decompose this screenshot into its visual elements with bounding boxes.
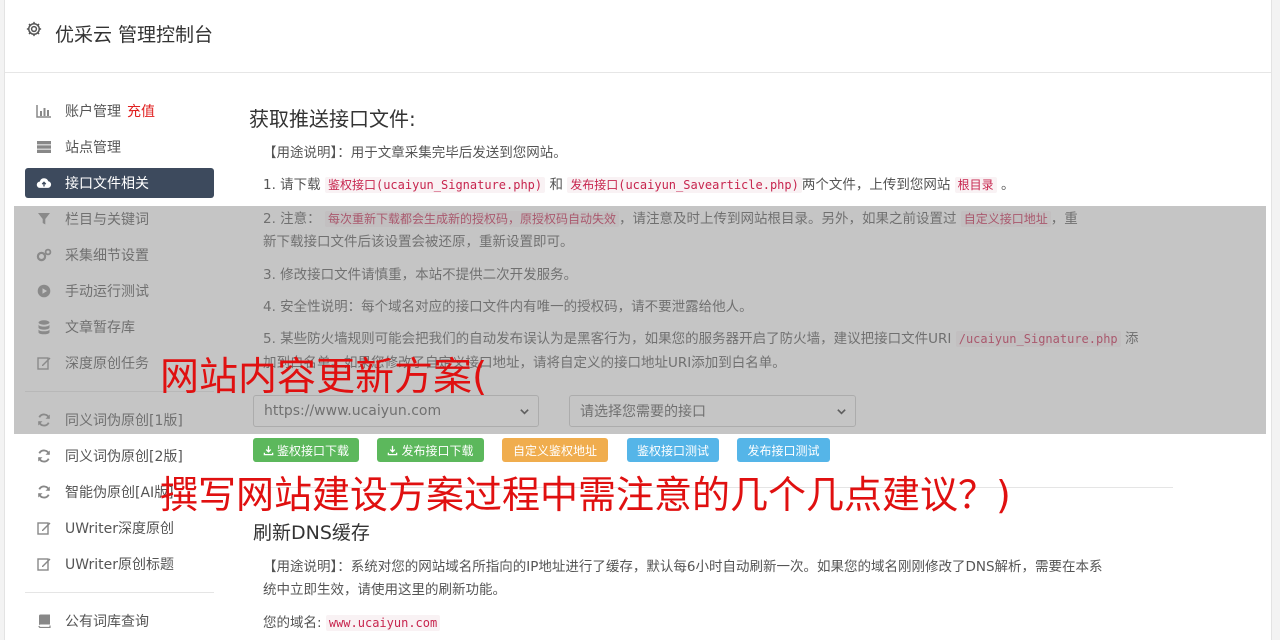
sidebar-item-manual-run[interactable]: 手动运行测试 [25,276,214,306]
sidebar-item-label: UWriter深度原创 [65,521,174,537]
signature-uri-code: /ucaiyun_Signature.php [955,331,1121,347]
edit-icon [36,520,52,536]
gear-icon [26,21,42,37]
sidebar-item-public-lexicon[interactable]: 公有词库查询 [25,606,214,636]
overlay-title-line-1: 网站内容更新方案( [160,355,488,400]
savearticle-file-code: 发布接口(ucaiyun_Savearticle.php) [567,177,802,193]
domain-label: 您的域名: [263,615,322,631]
sidebar-item-label: 同义词伪原创[2版] [65,449,183,465]
download-signature-button[interactable]: 鉴权接口下载 [253,438,359,462]
dns-usage-line-1: 【用途说明】：系统对您的网站域名所指向的IP地址进行了缓存，默认每6小时自动刷新… [263,559,1103,575]
edit-icon [36,355,52,371]
sidebar-item-label: 智能伪原创[AI版] [65,485,174,501]
sidebar-item-label: 接口文件相关 [65,176,149,192]
step-2-suffix: ，重 [1050,211,1078,227]
step-1-and: 和 [549,177,563,193]
sidebar-item-label: 采集细节设置 [65,248,149,264]
page-title: 优采云 管理控制台 [55,24,214,46]
button-label: 鉴权接口下载 [276,443,349,458]
custom-api-code: 自定义接口地址 [960,211,1051,227]
filter-icon [36,211,52,227]
button-label: 发布接口下载 [401,443,474,458]
cloud-upload-icon [36,175,52,191]
sidebar-item-label: 文章暂存库 [65,320,135,336]
dns-usage-line-2: 统中立即生效，请使用这里的刷新功能。 [263,582,506,598]
sidebar-item-label: 站点管理 [65,140,121,156]
sidebar-item-account[interactable]: 账户管理 充值 [25,96,214,126]
section-title-api-files: 获取推送接口文件: [249,107,416,131]
api-select[interactable]: 请选择您需要的接口 [569,395,856,427]
button-label: 自定义鉴权地址 [512,443,597,458]
download-icon [388,445,398,455]
test-publish-button[interactable]: 发布接口测试 [737,438,830,462]
signature-file-code: 鉴权接口(ucaiyun_Signature.php) [324,177,546,193]
step-1: 1. 请下载 鉴权接口(ucaiyun_Signature.php) 和 发布接… [263,174,1014,197]
recharge-link[interactable]: 充值 [127,101,155,121]
button-label: 鉴权接口测试 [636,443,709,458]
sidebar-item-synonym-v1[interactable]: 同义词伪原创[1版] [25,405,214,435]
step-2-prefix: 2. 注意： [263,211,321,227]
refresh-icon [36,448,52,464]
api-select-value: 请选择您需要的接口 [580,404,706,420]
custom-signature-url-button[interactable]: 自定义鉴权地址 [502,438,608,462]
step-4: 4. 安全性说明：每个域名对应的接口文件内有唯一的授权码，请不要泄露给他人。 [263,299,753,315]
root-dir-code: 根目录 [954,177,997,193]
test-signature-button[interactable]: 鉴权接口测试 [627,438,719,462]
server-icon [36,139,52,155]
step-1-suffix: 两个文件，上传到您网站 [801,177,951,193]
button-label: 发布接口测试 [747,443,820,458]
cogs-icon [36,247,52,263]
sidebar-item-label: 账户管理 [65,104,121,120]
step-3: 3. 修改接口文件请慎重，本站不提供二次开发服务。 [263,267,578,283]
download-publish-button[interactable]: 发布接口下载 [377,438,484,462]
step-2: 2. 注意： 每次重新下载都会生成新的授权码，原授权码自动失效 ，请注意及时上传到… [263,208,1078,231]
console-frame: 优采云 管理控制台 账户管理 充值 站点管理 接口文件相关 栏目与关键词 采集细… [4,0,1272,640]
step-5-prefix: 5. 某些防火墙规则可能会把我们的自动发布误认为是黑客行为，如果您的服务器开启了… [263,331,952,347]
edit-icon [36,556,52,572]
sidebar-item-label: 同义词伪原创[1版] [65,413,183,429]
step-2-mid: ，请注意及时上传到网站根目录。另外，如果之前设置过 [618,211,957,227]
refresh-icon [36,484,52,500]
sidebar-item-collect-settings[interactable]: 采集细节设置 [25,240,214,270]
sidebar-item-article-store[interactable]: 文章暂存库 [25,312,214,342]
bar-chart-icon [36,103,52,119]
sidebar-item-sites[interactable]: 站点管理 [25,132,214,162]
sidebar-item-label: 公有词库查询 [65,614,149,630]
sidebar-item-label: 栏目与关键词 [65,212,149,228]
database-icon [36,319,52,335]
download-icon [263,445,274,455]
domain-row: 您的域名: www.ucaiyun.com [263,612,441,635]
chevron-down-icon [520,409,529,415]
book-icon [36,613,52,629]
site-select-value: https://www.ucaiyun.com [264,403,442,419]
step-1-end: 。 [1000,177,1015,193]
header: 优采云 管理控制台 [5,0,1271,73]
usage-note: 【用途说明】：用于文章采集完毕后发送到您网站。 [263,145,567,161]
play-circle-icon [36,283,52,299]
section-title-dns: 刷新DNS缓存 [253,522,370,544]
step-2-line-2: 新下载接口文件后该设置会被还原，重新设置即可。 [263,234,574,250]
sidebar-item-uwriter-title[interactable]: UWriter原创标题 [25,549,214,579]
sidebar-item-columns-keywords[interactable]: 栏目与关键词 [25,204,214,234]
refresh-icon [36,412,52,428]
sidebar-item-label: UWriter原创标题 [65,557,174,573]
step-5-suffix: 添 [1124,331,1139,347]
sidebar-item-label: 手动运行测试 [65,284,149,300]
chevron-down-icon [837,409,846,415]
sidebar-item-api-files[interactable]: 接口文件相关 [25,168,214,198]
warning-code: 每次重新下载都会生成新的授权码，原授权码自动失效 [324,211,619,227]
sidebar-item-label: 深度原创任务 [65,356,149,372]
sidebar-divider [25,592,214,593]
step-1-prefix: 1. 请下载 [263,177,321,193]
domain-value: www.ucaiyun.com [325,615,441,631]
overlay-title-line-2: 撰写网站建设方案过程中需注意的几个几点建议？) [160,473,1011,517]
